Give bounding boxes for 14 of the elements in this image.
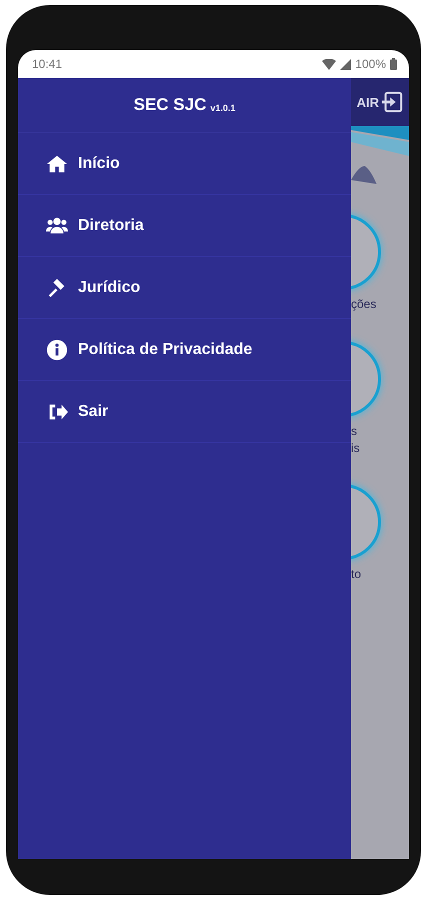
tile-label: ções	[351, 296, 376, 313]
info-icon	[46, 338, 68, 360]
battery-text: 100%	[355, 57, 386, 71]
signal-icon	[340, 58, 352, 70]
tile-label: to	[351, 566, 362, 584]
wifi-icon	[322, 58, 336, 70]
app-version: v1.0.1	[210, 103, 236, 113]
app-title: SEC SJC	[134, 95, 206, 115]
tile-label: s is	[351, 422, 360, 456]
battery-icon	[390, 58, 397, 70]
logout-label: AIR	[356, 94, 379, 110]
sign-in-icon	[381, 91, 403, 113]
header-wave-drawing	[351, 126, 409, 186]
status-time: 10:41	[32, 57, 64, 71]
